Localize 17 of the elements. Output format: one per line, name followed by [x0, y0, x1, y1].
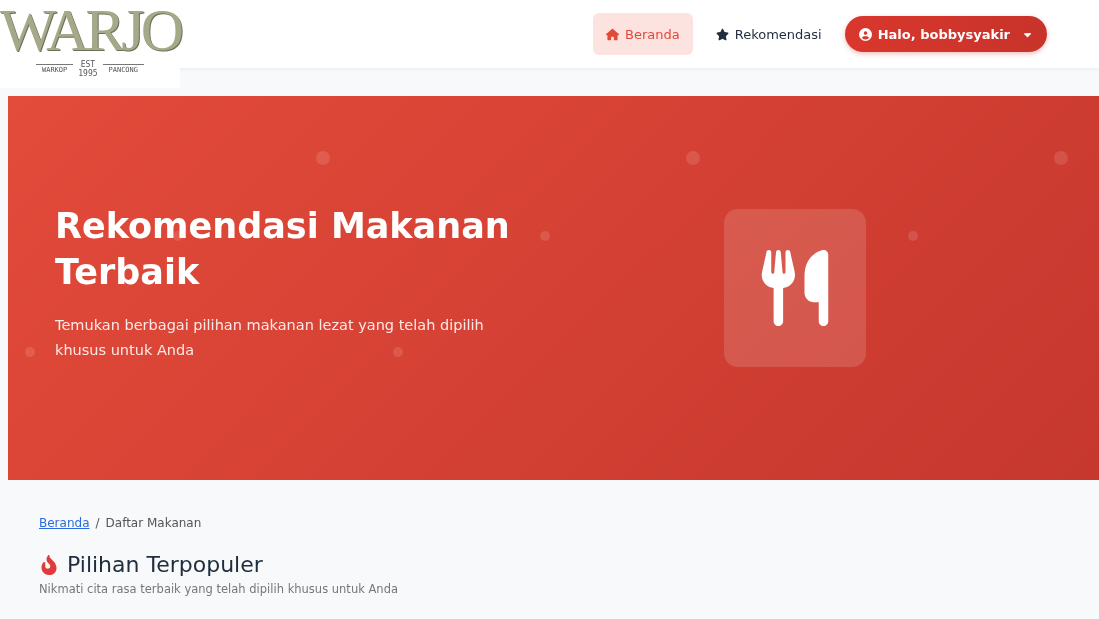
star-icon: [715, 27, 729, 41]
nav-link[interactable]: Rekomendasi: [702, 13, 835, 55]
section-subtitle: Nikmati cita rasa terbaik yang telah dipilih khusus untuk Anda: [39, 582, 399, 596]
logo-text: EST: [80, 60, 96, 69]
home-icon: [606, 27, 619, 41]
user-icon: [858, 27, 872, 41]
breadcrumb-link[interactable]: Beranda: [39, 516, 90, 530]
logo-text: 1995: [78, 69, 98, 78]
flame-icon: [39, 554, 59, 575]
nav-link[interactable]: Beranda: [593, 13, 693, 55]
breadcrumb-separator: /: [95, 516, 100, 530]
logo-wordmark: WARJO: [0, 2, 180, 58]
breadcrumb-current: Daftar Makanan: [105, 516, 202, 530]
hero-subtitle: Temukan berbagai pilihan makanan lezat yang telah dipilih khusus untuk Anda: [55, 316, 485, 360]
user-menu-button[interactable]: Halo, bobbysyakir: [844, 16, 1047, 52]
section-title: Pilihan Terpopuler: [67, 552, 263, 577]
hero-title: Rekomendasi Makanan Terbaik: [55, 205, 511, 294]
